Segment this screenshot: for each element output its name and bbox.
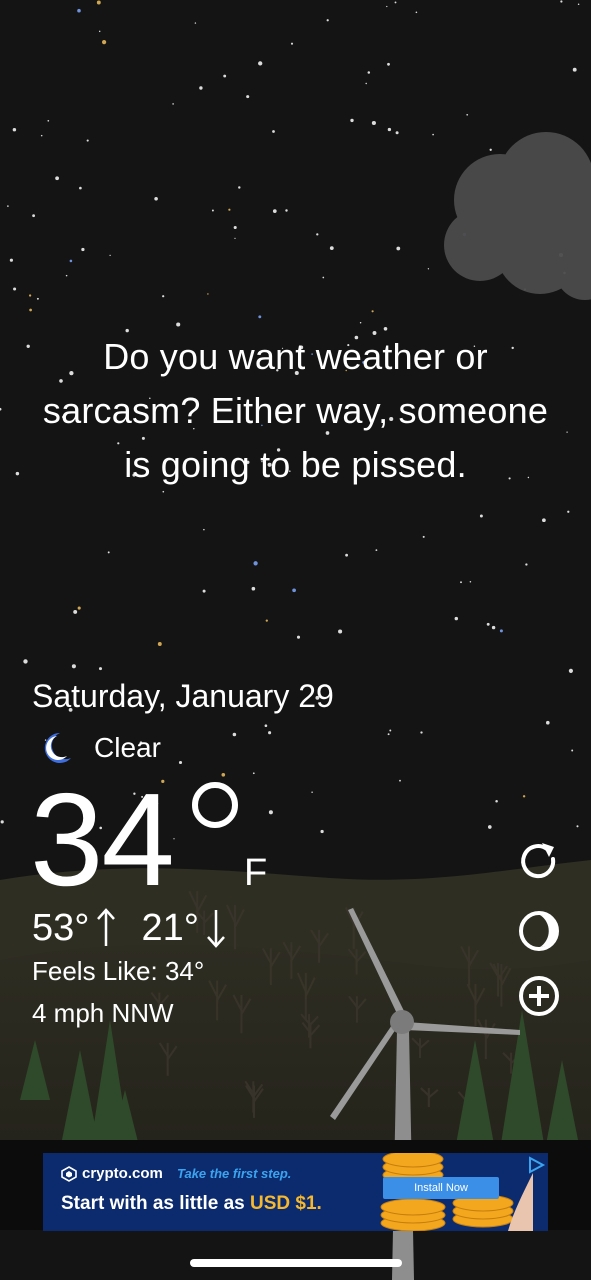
- ad-install-button[interactable]: Install Now: [383, 1177, 499, 1199]
- ad-headline-text: Start with as little as: [61, 1193, 250, 1214]
- crypto-logo-icon: [61, 1165, 77, 1182]
- wind-info: 4 mph NNW: [32, 998, 174, 1028]
- ad-creative[interactable]: crypto.com Take the first step. Start wi…: [43, 1153, 548, 1231]
- condition-row: Clear: [38, 728, 161, 768]
- low-temp: 21°: [141, 906, 199, 949]
- ad-banner: crypto.com Take the first step. Start wi…: [0, 1140, 591, 1231]
- high-low: 53° 21°: [32, 906, 251, 950]
- arrow-down-icon: [207, 910, 225, 948]
- date-label: Saturday, January 29: [32, 678, 334, 714]
- feels-like: Feels Like: 34°: [32, 956, 205, 986]
- high-temp: 53°: [32, 906, 90, 949]
- ad-headline: Start with as little as USD $1.: [61, 1193, 322, 1215]
- sarcastic-quote: Do you want weather or sarcasm? Either w…: [42, 336, 549, 485]
- arrow-up-icon: [97, 908, 116, 946]
- add-location-icon[interactable]: [516, 973, 562, 1019]
- condition-label: Clear: [94, 732, 161, 763]
- adchoices-icon[interactable]: [526, 1155, 546, 1175]
- ad-headline-amount: USD $1.: [250, 1193, 322, 1214]
- current-temperature: 34: [30, 766, 175, 913]
- ad-brand-name: crypto.com: [82, 1165, 163, 1182]
- moon-icon: [44, 732, 71, 763]
- scene-background: [0, 0, 591, 1280]
- refresh-icon[interactable]: [516, 839, 562, 885]
- theme-icon[interactable]: [516, 908, 562, 954]
- ad-tagline: Take the first step.: [177, 1166, 292, 1181]
- cloud: [444, 132, 591, 300]
- degree-symbol: [192, 782, 238, 828]
- home-indicator[interactable]: [190, 1259, 402, 1267]
- weather-screen: Do you want weather or sarcasm? Either w…: [0, 0, 591, 1280]
- temperature-unit: F: [244, 852, 268, 894]
- ad-brand: crypto.com: [61, 1165, 163, 1182]
